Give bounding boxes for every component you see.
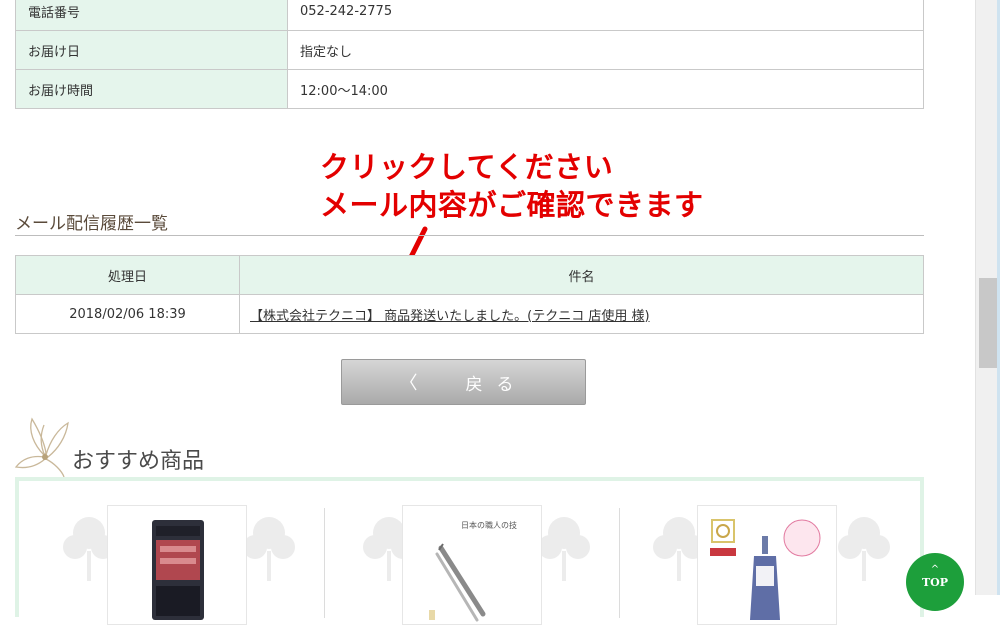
order-info-table: 電話番号 052-242-2775 お届け日 指定なし お届け時間 12:00～… xyxy=(15,0,924,109)
column-header-date: 処理日 xyxy=(15,255,240,295)
page: 電話番号 052-242-2775 お届け日 指定なし お届け時間 12:00～… xyxy=(0,0,975,625)
product-card-3[interactable] xyxy=(697,505,837,625)
order-info-value: 12:00～14:00 xyxy=(287,69,924,109)
product-divider xyxy=(324,508,325,618)
caret-up-icon: ^ xyxy=(930,564,940,575)
product-card-2[interactable]: 日本の職人の技 xyxy=(402,505,542,625)
mail-history-title: メール配信履歴一覧 xyxy=(15,214,168,234)
recommended-title: おすすめ商品 xyxy=(72,449,205,474)
mail-history-table: 処理日 件名 2018/02/06 18:39 【株式会社テクニコ】 商品発送い… xyxy=(15,255,924,334)
annotation-line-1: クリックしてください xyxy=(320,150,614,184)
decorative-flower-icon xyxy=(243,517,295,581)
order-info-label: 電話番号 xyxy=(15,0,288,31)
product-divider xyxy=(619,508,620,618)
back-to-top-label: TOP xyxy=(921,576,949,589)
back-button[interactable]: 〈 戻る xyxy=(341,359,586,405)
mail-subject-cell: 【株式会社テクニコ】 商品発送いたしました。(テクニコ 店使用 様) xyxy=(239,294,924,334)
column-header-subject: 件名 xyxy=(239,255,924,295)
order-info-label: お届け日 xyxy=(15,30,288,70)
table-row: 2018/02/06 18:39 【株式会社テクニコ】 商品発送いたしました。(… xyxy=(15,294,924,334)
mail-date: 2018/02/06 18:39 xyxy=(15,294,240,334)
scrollbar-thumb[interactable] xyxy=(979,278,997,368)
recommended-products-box: 日本の職人の技 xyxy=(15,477,924,625)
order-info-value: 指定なし xyxy=(287,30,924,70)
decorative-flower-icon xyxy=(838,517,890,581)
order-info-label: お届け時間 xyxy=(15,69,288,109)
section-divider xyxy=(15,235,924,236)
decorative-flower-icon xyxy=(538,517,590,581)
back-to-top-button[interactable]: ^ TOP xyxy=(906,553,964,611)
back-button-label: 戻る xyxy=(465,374,528,395)
chevron-left-icon: 〈 xyxy=(399,373,418,394)
product-image-lash-case xyxy=(152,520,204,620)
order-info-row: お届け時間 12:00～14:00 xyxy=(15,69,924,109)
product-image-caption: 日本の職人の技 xyxy=(461,521,517,530)
mail-history-header-row: 処理日 件名 xyxy=(15,255,924,295)
annotation-line-2: メール内容がご確認できます xyxy=(320,188,704,222)
product-card-1[interactable] xyxy=(107,505,247,625)
product-image-glue-bottle xyxy=(710,519,821,620)
order-info-row: 電話番号 052-242-2775 xyxy=(15,0,924,31)
mail-subject-link[interactable]: 【株式会社テクニコ】 商品発送いたしました。(テクニコ 店使用 様) xyxy=(250,309,650,324)
order-info-row: お届け日 指定なし xyxy=(15,30,924,70)
red-annotation: クリックしてください メール内容がご確認できます xyxy=(320,148,704,224)
order-info-value: 052-242-2775 xyxy=(287,0,924,31)
lily-flower-icon xyxy=(14,417,69,477)
